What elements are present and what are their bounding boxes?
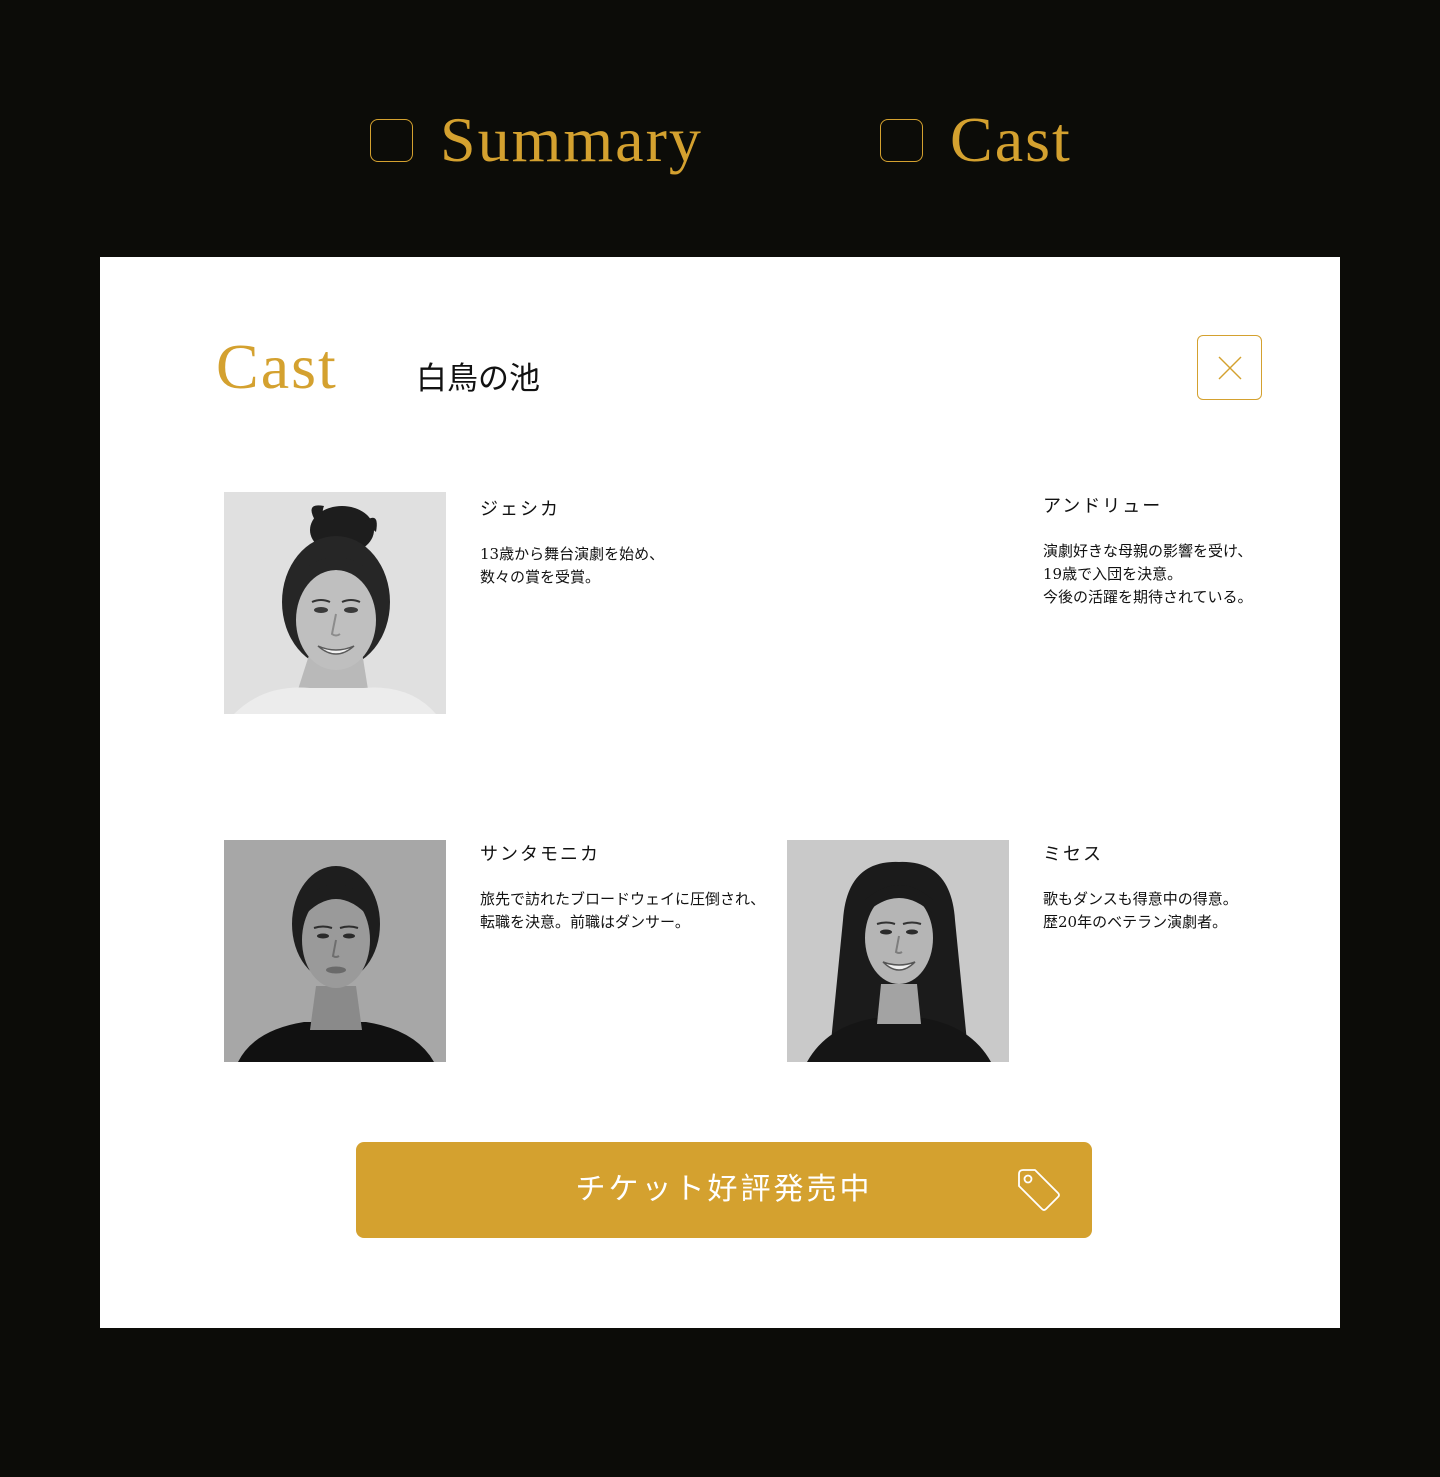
cast-name: サンタモニカ: [480, 844, 600, 865]
cast-description: 歌もダンスも得意中の得意。 歴20年のベテラン演劇者。: [1043, 890, 1238, 931]
cast-photo-santamonica: [224, 840, 446, 1062]
cast-member: サンタモニカ 旅先で訪れたブロードウェイに圧倒され、 転職を決意。前職はダンサー…: [480, 846, 810, 934]
cast-modal: Cast 白鳥の池 ジェシカ 13歳から舞台演劇を始め、 数々の賞を受賞。 アン…: [100, 257, 1340, 1328]
cast-description: 13歳から舞台演劇を始め、 数々の賞を受賞。: [480, 545, 665, 586]
cast-member: アンドリュー 演劇好きな母親の影響を受け、 19歳で入団を決意。 今後の活躍を期…: [1043, 498, 1373, 609]
close-icon: [1218, 356, 1241, 379]
cast-name: ミセス: [1043, 844, 1103, 865]
modal-title: Cast: [216, 331, 338, 402]
ticket-button-label: チケット好評発売中: [575, 1172, 873, 1207]
cast-name: ジェシカ: [480, 499, 560, 520]
cast-photo-jessica: [224, 492, 446, 714]
cast-member: ジェシカ 13歳から舞台演劇を始め、 数々の賞を受賞。: [480, 501, 810, 589]
tab-checkbox[interactable]: [880, 118, 923, 162]
close-button[interactable]: [1197, 335, 1262, 400]
cast-photo-mrs: [787, 840, 1009, 1062]
price-tag-icon: [1018, 1169, 1060, 1211]
ticket-button[interactable]: チケット好評発売中: [356, 1142, 1092, 1238]
modal-subtitle: 白鳥の池: [416, 361, 540, 397]
cast-description: 演劇好きな母親の影響を受け、 19歳で入団を決意。 今後の活躍を期待されている。: [1043, 542, 1253, 606]
cast-member: ミセス 歌もダンスも得意中の得意。 歴20年のベテラン演劇者。: [1043, 846, 1373, 934]
tab-checkbox[interactable]: [370, 118, 413, 162]
tab-summary-label: Summary: [440, 104, 703, 175]
cast-name: アンドリュー: [1043, 496, 1163, 517]
cast-description: 旅先で訪れたブロードウェイに圧倒され、 転職を決意。前職はダンサー。: [480, 890, 766, 931]
tab-cast-label: Cast: [950, 104, 1072, 175]
tab-bar: Summary Cast: [0, 0, 1440, 257]
tab-cast[interactable]: Cast: [880, 100, 1072, 180]
tab-summary[interactable]: Summary: [370, 100, 703, 180]
